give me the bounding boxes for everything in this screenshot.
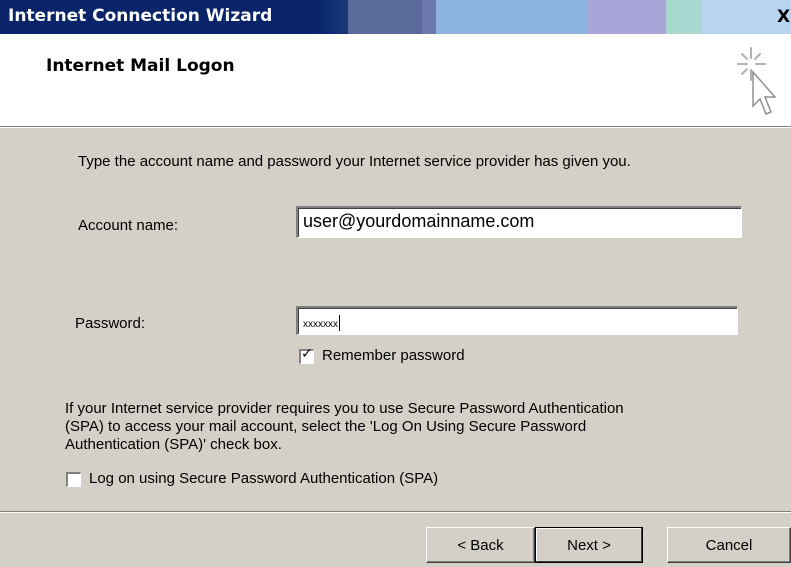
- wizard-window: Internet Connection Wizard X Internet Ma…: [0, 0, 791, 567]
- footer-separator: [0, 511, 791, 513]
- intro-text: Type the account name and password your …: [78, 153, 631, 170]
- account-name-label: Account name:: [78, 217, 179, 234]
- spa-description-line: Authentication (SPA)' check box.: [65, 436, 282, 453]
- spa-description-line: If your Internet service provider requir…: [65, 400, 624, 417]
- cancel-button[interactable]: Cancel: [667, 527, 791, 563]
- spa-description-line: (SPA) to access your mail account, selec…: [65, 418, 587, 435]
- password-label: Password:: [75, 315, 146, 332]
- text-caret: [339, 315, 340, 331]
- close-button[interactable]: X: [777, 6, 791, 28]
- back-button[interactable]: < Back: [426, 527, 535, 563]
- page-title: Internet Mail Logon: [46, 56, 235, 76]
- wizard-header: Internet Mail Logon: [0, 34, 791, 127]
- password-value: xxxxxxx: [303, 319, 338, 330]
- spa-checkbox-label[interactable]: Log on using Secure Password Authenticat…: [89, 470, 438, 487]
- remember-password-label[interactable]: Remember password: [322, 347, 465, 364]
- password-input[interactable]: xxxxxxx: [296, 306, 738, 335]
- title-bar[interactable]: Internet Connection Wizard X: [0, 0, 791, 34]
- account-name-input[interactable]: user@yourdomainname.com: [296, 206, 742, 238]
- spa-description: If your Internet service provider requir…: [65, 400, 745, 454]
- wizard-cursor-sparkle-icon: [737, 47, 777, 115]
- spa-checkbox[interactable]: [66, 472, 81, 487]
- remember-password-checkbox[interactable]: ✓: [299, 346, 314, 364]
- next-button[interactable]: Next >: [535, 527, 643, 563]
- account-name-value: user@yourdomainname.com: [303, 211, 535, 231]
- checkmark-icon: ✓: [301, 346, 313, 362]
- window-title: Internet Connection Wizard: [8, 6, 273, 26]
